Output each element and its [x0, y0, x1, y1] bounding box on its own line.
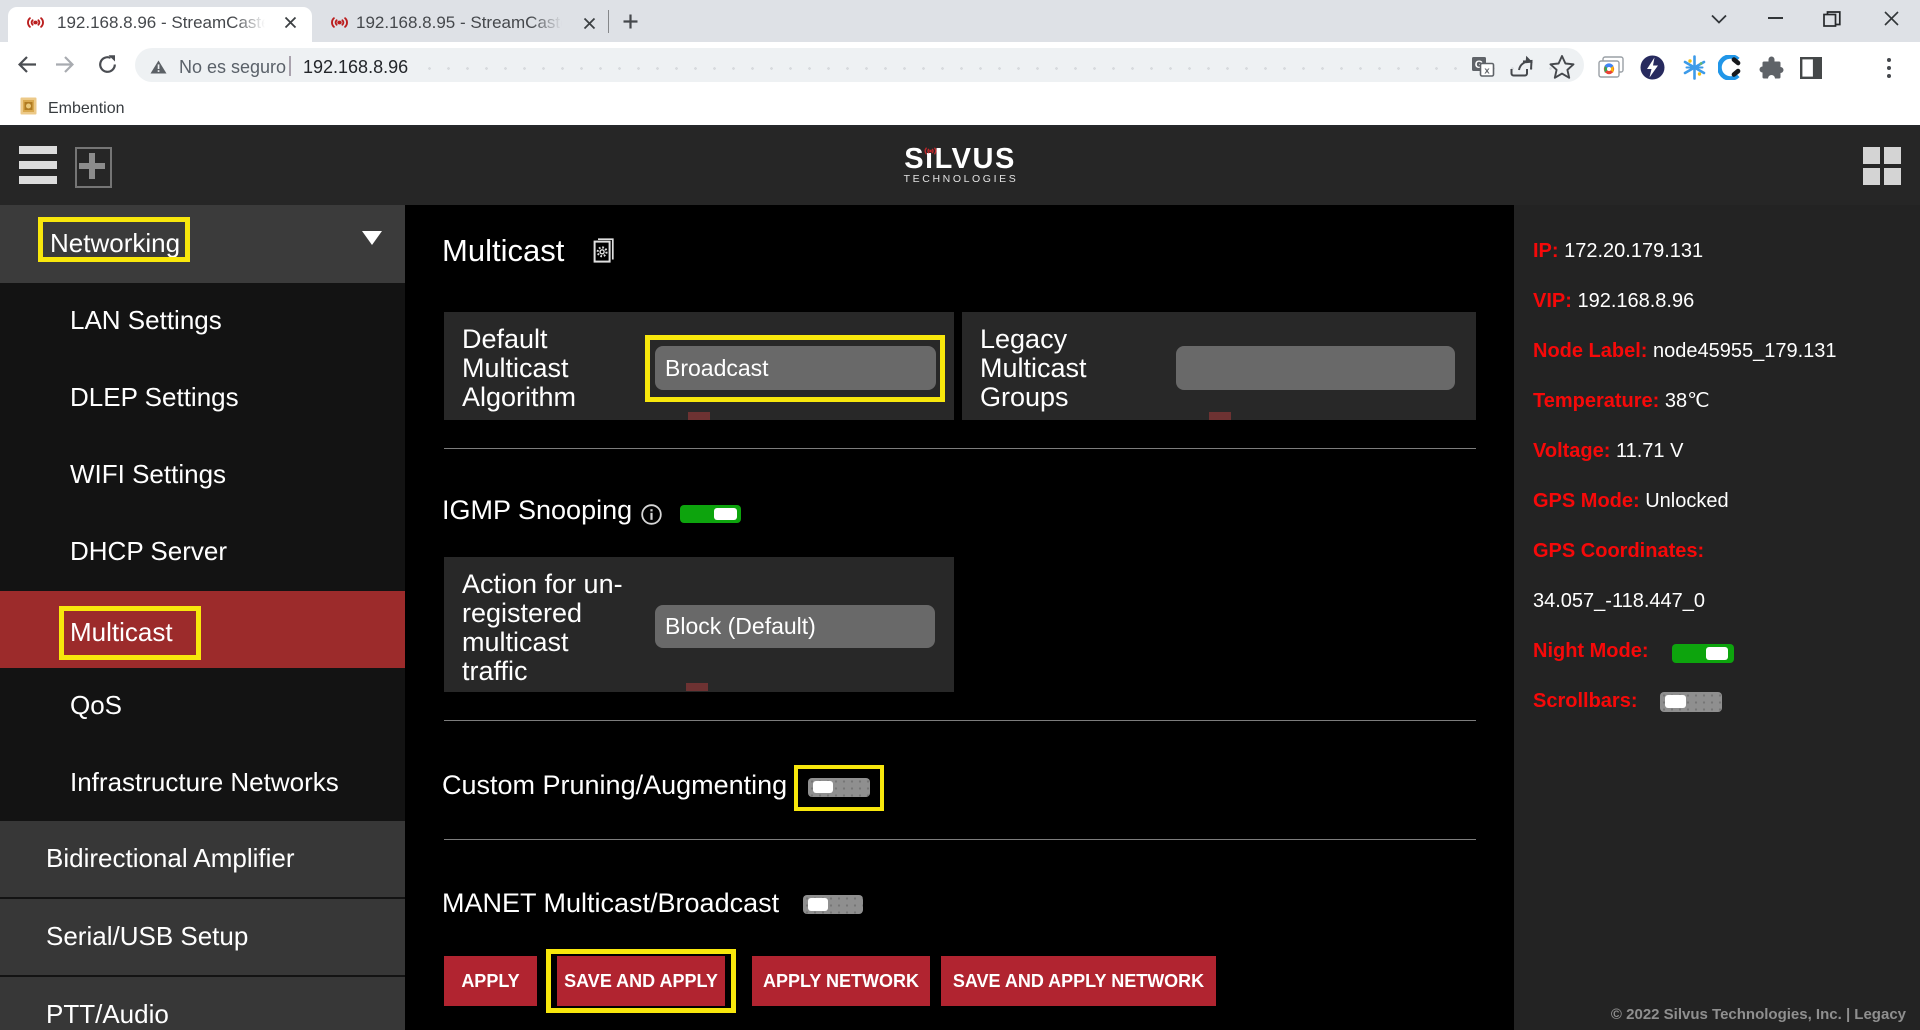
svg-text:x: x [1484, 66, 1490, 77]
